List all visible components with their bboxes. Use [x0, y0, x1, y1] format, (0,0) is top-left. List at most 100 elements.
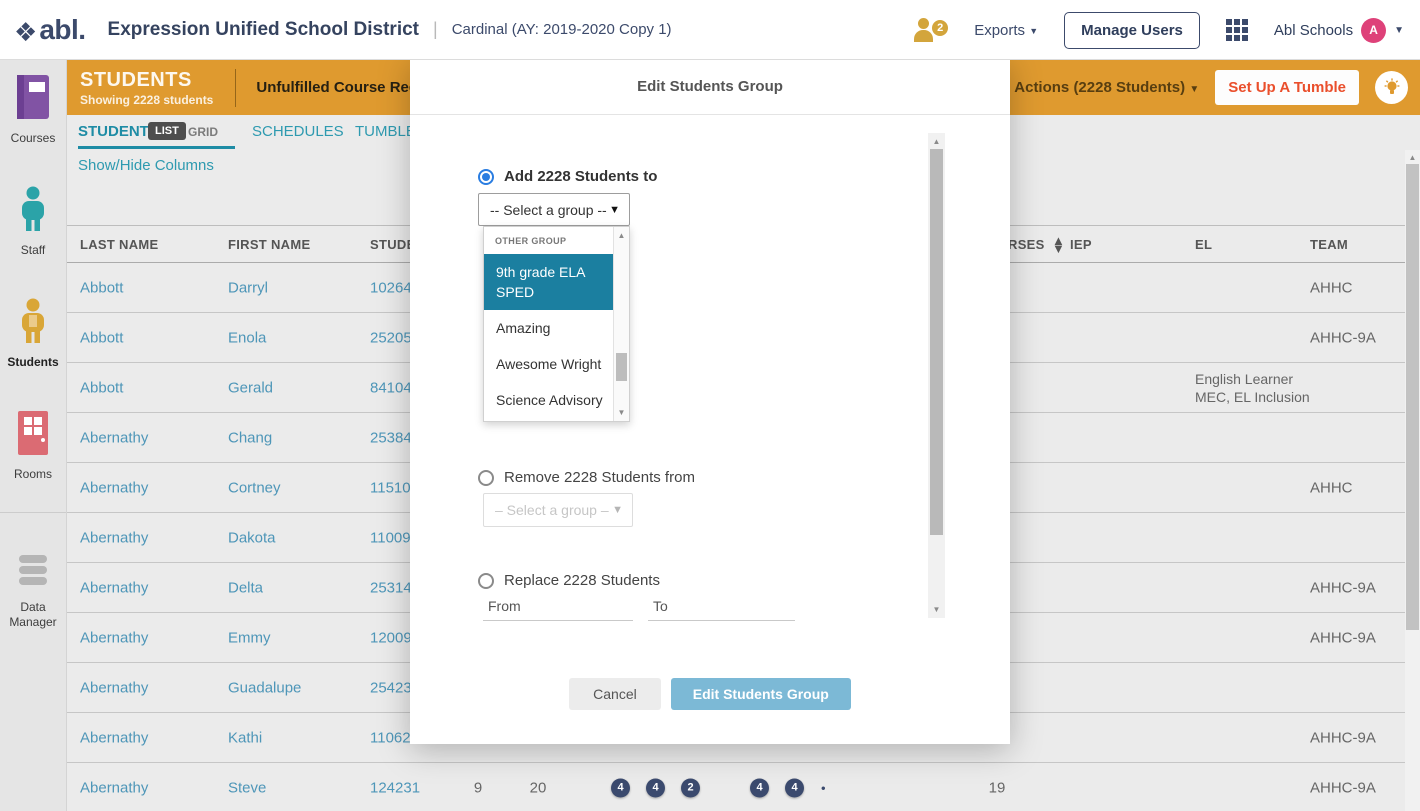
student-last-name-link[interactable]: Abbott: [80, 329, 123, 346]
from-input[interactable]: [483, 601, 633, 621]
sort-arrows-icon[interactable]: ▲▼: [1052, 237, 1065, 253]
tab-students[interactable]: STUDENTS: [78, 123, 159, 140]
student-count-subtitle: Showing 2228 students: [80, 93, 213, 107]
listbox-scrollbar-thumb[interactable]: [616, 353, 627, 381]
tab-schedules[interactable]: SCHEDULES: [252, 123, 344, 140]
shared-users-icon[interactable]: 2: [914, 18, 948, 42]
count-badge[interactable]: 4: [611, 778, 630, 797]
column-header-first-name[interactable]: FIRST NAME: [228, 237, 310, 252]
radio-remove-label: Remove 2228 Students from: [504, 469, 695, 486]
column-header-iep[interactable]: IEP: [1070, 237, 1092, 252]
student-first-name-link[interactable]: Gerald: [228, 379, 273, 396]
listbox-option[interactable]: Science Advisory: [484, 382, 615, 418]
sidebar-item-students[interactable]: Students: [0, 298, 66, 370]
student-last-name-link[interactable]: Abernathy: [80, 429, 148, 446]
page-scrollbar-thumb[interactable]: [1406, 164, 1419, 630]
show-hide-columns-link[interactable]: Show/Hide Columns: [78, 157, 214, 174]
apps-grid-icon[interactable]: [1226, 19, 1248, 41]
radio-unselected-icon[interactable]: [478, 573, 494, 589]
student-last-name-link[interactable]: Abbott: [80, 379, 123, 396]
exports-menu[interactable]: Exports ▼: [974, 22, 1038, 39]
scroll-down-arrow-icon[interactable]: ▼: [614, 408, 629, 417]
column-header-team[interactable]: TEAM: [1310, 237, 1348, 252]
radio-replace-students[interactable]: Replace 2228 Students: [478, 572, 660, 589]
listbox-option[interactable]: Amazing: [484, 310, 615, 346]
listbox-option[interactable]: Awesome Wright: [484, 346, 615, 382]
manage-users-button[interactable]: Manage Users: [1064, 12, 1200, 49]
radio-selected-icon[interactable]: [478, 169, 494, 185]
student-last-name-link[interactable]: Abernathy: [80, 779, 148, 796]
app-window: ❖ abl. Expression Unified School Distric…: [0, 0, 1420, 811]
radio-remove-students[interactable]: Remove 2228 Students from: [478, 469, 695, 486]
student-first-name-link[interactable]: Dakota: [228, 529, 276, 546]
student-first-name-link[interactable]: Guadalupe: [228, 679, 301, 696]
school-year-context[interactable]: Cardinal (AY: 2019-2020 Copy 1): [452, 21, 672, 38]
student-last-name-link[interactable]: Abernathy: [80, 579, 148, 596]
group-select[interactable]: -- Select a group -- ▼: [478, 193, 630, 226]
student-last-name-link[interactable]: Abernathy: [80, 679, 148, 696]
column-header-last-name[interactable]: LAST NAME: [80, 237, 159, 252]
student-first-name-link[interactable]: Enola: [228, 329, 266, 346]
abl-logo[interactable]: ❖ abl.: [14, 14, 86, 46]
edit-students-group-button[interactable]: Edit Students Group: [671, 678, 851, 710]
student-last-name-link[interactable]: Abbott: [80, 279, 123, 296]
modal-scrollbar[interactable]: ▲ ▼: [928, 133, 945, 618]
student-first-name-link[interactable]: Steve: [228, 779, 266, 796]
listbox-option[interactable]: 9th grade ELA SPED: [484, 254, 615, 310]
sidebar-item-data-manager[interactable]: Data Manager: [0, 553, 66, 630]
count-badge[interactable]: 4: [785, 778, 804, 797]
to-input[interactable]: [648, 601, 795, 621]
column-header-courses[interactable]: RSES: [1008, 237, 1045, 252]
top-navigation-bar: ❖ abl. Expression Unified School Distric…: [0, 0, 1420, 60]
listbox-group-header: IEP: [484, 418, 615, 422]
account-menu[interactable]: Abl Schools A ▼: [1274, 18, 1404, 43]
cancel-button[interactable]: Cancel: [569, 678, 661, 710]
student-first-name-link[interactable]: Kathi: [228, 729, 262, 746]
student-first-name-link[interactable]: Chang: [228, 429, 272, 446]
set-up-tumble-button[interactable]: Set Up A Tumble: [1215, 70, 1359, 105]
page-title: STUDENTS: [80, 69, 213, 92]
request-badges-group: 442: [611, 778, 700, 797]
team-value: AHHC: [1310, 279, 1353, 296]
scroll-up-arrow-icon[interactable]: ▲: [614, 231, 629, 240]
column-header-student-id[interactable]: STUDE: [370, 237, 416, 252]
student-first-name-link[interactable]: Cortney: [228, 479, 281, 496]
person-icon: [918, 18, 929, 29]
modal-title: Edit Students Group: [637, 78, 783, 95]
student-last-name-link[interactable]: Abernathy: [80, 629, 148, 646]
scroll-up-arrow-icon[interactable]: ▲: [928, 137, 945, 146]
radio-add-students[interactable]: Add 2228 Students to: [478, 168, 657, 185]
scroll-up-arrow-icon[interactable]: ▲: [1405, 153, 1420, 162]
student-last-name-link[interactable]: Abernathy: [80, 729, 148, 746]
sidebar-item-courses[interactable]: Courses: [0, 74, 66, 146]
database-icon: [17, 576, 49, 593]
radio-unselected-icon[interactable]: [478, 470, 494, 486]
book-icon: [15, 107, 51, 124]
list-view-toggle[interactable]: LIST: [148, 122, 186, 140]
count-badge[interactable]: 4: [646, 778, 665, 797]
listbox-scrollbar[interactable]: ▲ ▼: [613, 227, 629, 421]
lightbulb-icon[interactable]: [1375, 71, 1408, 104]
sidebar-item-staff[interactable]: Staff: [0, 186, 66, 258]
column-header-el[interactable]: EL: [1195, 237, 1212, 252]
student-first-name-link[interactable]: Emmy: [228, 629, 271, 646]
sidebar-item-label: Students: [0, 355, 66, 370]
count-badge[interactable]: 2: [681, 778, 700, 797]
student-last-name-link[interactable]: Abernathy: [80, 529, 148, 546]
student-last-name-link[interactable]: Abernathy: [80, 479, 148, 496]
sidebar-item-rooms[interactable]: Rooms: [0, 410, 66, 482]
student-id-link[interactable]: 84104: [370, 379, 412, 396]
student-id-link[interactable]: 11009: [370, 529, 411, 546]
grid-view-toggle[interactable]: GRID: [188, 125, 218, 139]
student-id-link[interactable]: 124231: [370, 779, 420, 796]
chevron-down-icon: ▼: [1029, 26, 1038, 36]
modal-scrollbar-thumb[interactable]: [930, 149, 943, 535]
student-first-name-link[interactable]: Darryl: [228, 279, 268, 296]
radio-add-label: Add 2228 Students to: [504, 168, 657, 185]
page-scrollbar[interactable]: ▲: [1405, 150, 1420, 811]
listbox-group-header: OTHER GROUP: [484, 227, 615, 254]
scroll-down-arrow-icon[interactable]: ▼: [928, 605, 945, 614]
student-first-name-link[interactable]: Delta: [228, 579, 263, 596]
count-badge[interactable]: 4: [750, 778, 769, 797]
actions-dropdown[interactable]: Actions (2228 Students) ▼: [1014, 79, 1199, 96]
